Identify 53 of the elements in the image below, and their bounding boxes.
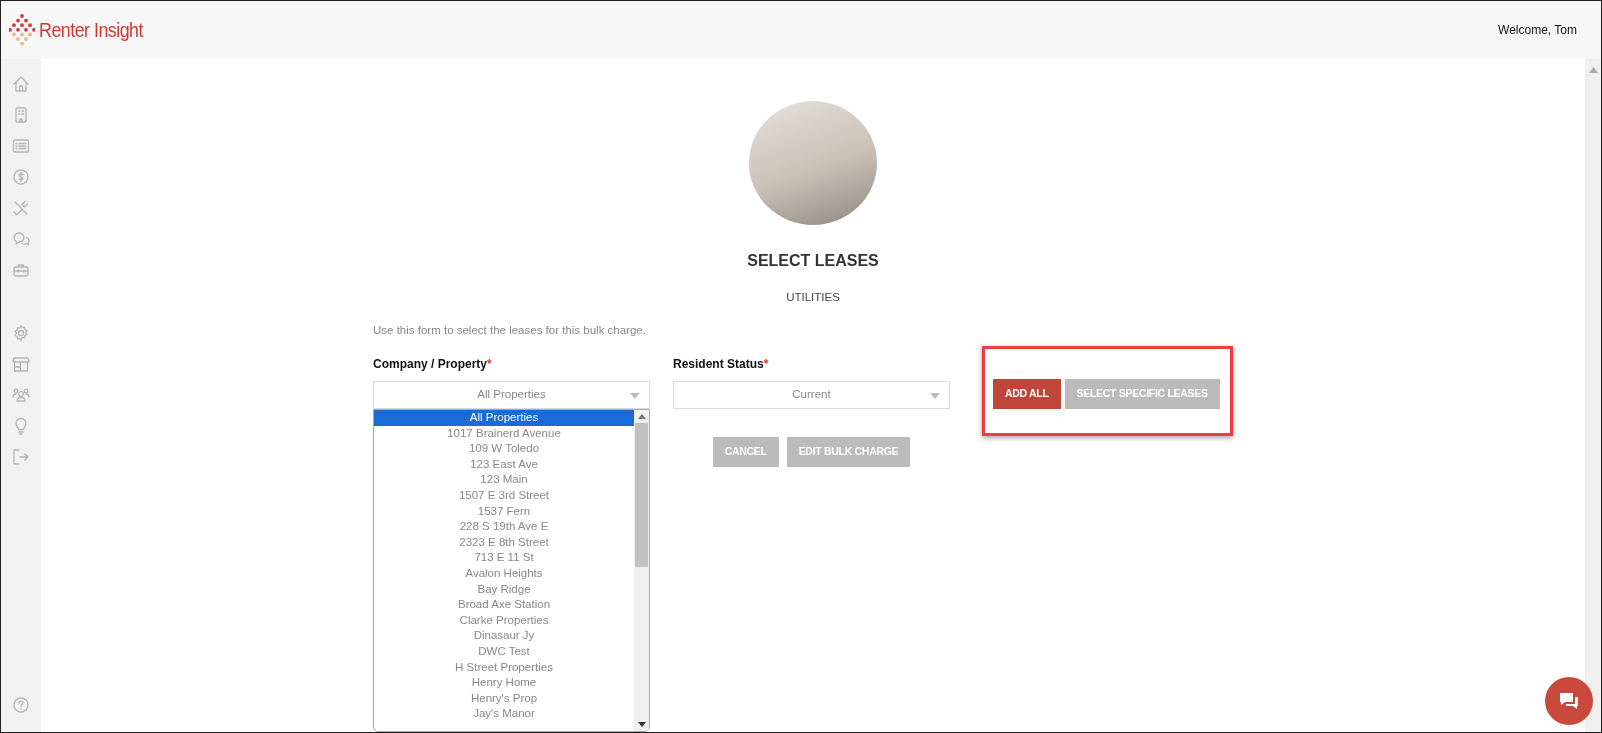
dropdown-option[interactable]: DWC Test: [374, 643, 634, 660]
dropdown-option[interactable]: Henry's Prop: [374, 690, 634, 707]
caret-icon: [630, 393, 640, 399]
dropdown-option[interactable]: 1537 Fern: [374, 503, 634, 520]
dropdown-option[interactable]: Avalon Heights: [374, 565, 634, 582]
dropdown-option[interactable]: 713 E 11 St: [374, 550, 634, 566]
dropdown-option[interactable]: All Properties: [374, 410, 634, 426]
dropdown-option[interactable]: 109 W Toledo: [374, 441, 634, 457]
chat-icon[interactable]: [12, 229, 30, 248]
welcome-text: Welcome, Tom: [1498, 21, 1577, 39]
dollar-icon[interactable]: [12, 167, 30, 186]
select-field[interactable]: Current: [673, 381, 950, 409]
page-subtitle: UTILITIES: [786, 289, 840, 305]
scrollbar[interactable]: [634, 410, 649, 731]
dropdown-option[interactable]: Clarke Properties: [374, 612, 634, 629]
scroll-up-arrow-icon[interactable]: [1588, 66, 1598, 73]
field-label: Company / Property*: [373, 356, 493, 373]
brand-name: Renter Insight: [39, 17, 143, 44]
action-button[interactable]: ADD ALL: [993, 378, 1061, 409]
form-button[interactable]: CANCEL: [712, 437, 779, 467]
dropdown-option[interactable]: 1507 E 3rd Street: [374, 487, 634, 504]
help-icon[interactable]: [12, 695, 30, 714]
dropdown-option[interactable]: 1017 Brainerd Avenue: [374, 425, 634, 442]
field-label: Resident Status*: [673, 356, 770, 373]
dropdown-option[interactable]: H Street Properties: [374, 659, 634, 676]
chat-icon: [1557, 690, 1581, 712]
caret-icon: [930, 393, 940, 399]
logout-icon[interactable]: [12, 447, 30, 466]
dropdown-option[interactable]: 123 Main: [374, 472, 634, 488]
select-field[interactable]: All Properties: [373, 381, 650, 409]
dropdown-option[interactable]: 123 East Ave: [374, 456, 634, 473]
logo-icon: [9, 12, 35, 47]
instructions-text: Use this form to select the leases for this bulk charge.: [373, 322, 647, 338]
dropdown-option[interactable]: Jay's Manor: [374, 706, 634, 722]
action-button[interactable]: SELECT SPECIFIC LEASES: [1064, 378, 1220, 409]
dropdown-option[interactable]: Henry Home: [374, 675, 634, 691]
scroll-up-arrow-icon[interactable]: [637, 414, 646, 419]
lightbulb-icon[interactable]: [12, 416, 30, 435]
building-icon[interactable]: [12, 105, 30, 124]
chat-button[interactable]: [1545, 677, 1593, 725]
page-title: SELECT LEASES: [747, 250, 879, 271]
scroll-down-arrow-icon[interactable]: [637, 722, 646, 727]
dropdown-option[interactable]: Dinasaur Jy: [374, 628, 634, 644]
dropdown-option[interactable]: Broad Axe Station: [374, 597, 634, 613]
list-icon[interactable]: [12, 136, 30, 155]
dropdown-option[interactable]: 2323 E 8th Street: [374, 534, 634, 551]
dropdown-option[interactable]: Bay Ridge: [374, 581, 634, 598]
tools-icon[interactable]: [12, 198, 30, 217]
home-icon[interactable]: [12, 74, 30, 93]
settings-icon[interactable]: [12, 323, 30, 342]
dropdown-option[interactable]: 228 S 19th Ave E: [374, 519, 634, 535]
form-button[interactable]: EDIT BULK CHARGE: [786, 437, 911, 467]
store-icon[interactable]: [12, 354, 30, 373]
